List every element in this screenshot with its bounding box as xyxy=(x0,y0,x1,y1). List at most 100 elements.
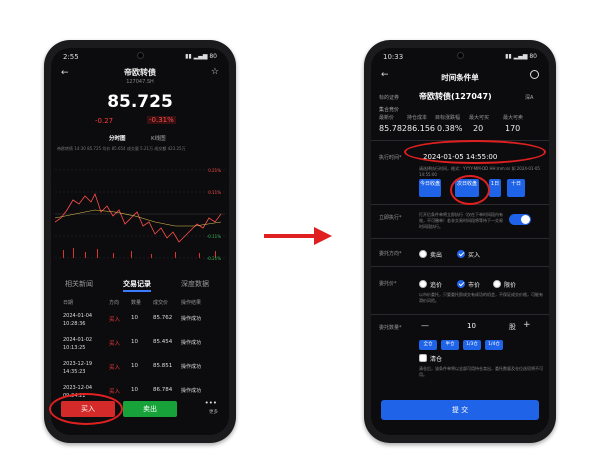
table-row[interactable]: 2024-01-04 10:28:36 买入 10 85.762 操作成功 xyxy=(51,312,229,330)
col-direction: 方向 xyxy=(109,300,120,306)
stock-name[interactable]: 帝欧转债(127047) xyxy=(419,91,492,102)
divider xyxy=(371,204,549,205)
row-price: 85.454 xyxy=(153,339,173,345)
price-line xyxy=(55,192,222,243)
immediate-label: 立即执行* xyxy=(379,215,402,221)
row-direction: 买入 xyxy=(109,317,121,323)
chip-quarter-position[interactable]: 1/4仓 xyxy=(485,340,503,350)
tab-depth[interactable]: 深度数据 xyxy=(181,279,209,289)
exec-time-hint: 请选择执行时间，格式：YYYY-MM-DD HH:mm:ss 如 2024-01… xyxy=(419,166,540,177)
row-status: 操作成功 xyxy=(181,316,202,322)
immediate-toggle[interactable] xyxy=(509,214,531,225)
stock-sub: 集合竞价 xyxy=(379,107,400,113)
right-phone: 10:33 ▮▮ ▂▄▆ 80 ← 时间条件单 标的证券 帝欧转债(127047… xyxy=(364,40,556,443)
today-close-button[interactable]: 今日收盘 xyxy=(419,179,441,197)
chip-half-position[interactable]: 半仓 xyxy=(441,340,459,350)
status-time: 2:55 xyxy=(63,53,79,61)
left-phone: 2:55 ▮▮ ▂▄▆ 80 ← ☆ 帝欧转债 127047.SH 85.725… xyxy=(44,40,236,443)
row-qty: 10 xyxy=(131,315,138,321)
divider xyxy=(371,266,549,267)
quantity-unit: 股 xyxy=(509,323,516,331)
price-change: -0.27 xyxy=(95,117,114,125)
stat-label: 最新价 xyxy=(379,115,395,121)
row-date: 2024-01-04 xyxy=(63,313,93,319)
exec-time-label: 执行时间* xyxy=(379,155,402,161)
price-type-desc: 以市价委托，只要委托即成交有成功的机会，不保证成交价格，可能有滑价风险。 xyxy=(419,292,543,303)
clock-icon[interactable] xyxy=(530,70,539,79)
option-sell: 卖出 xyxy=(430,252,443,259)
status-icons: ▮▮ ▂▄▆ 80 xyxy=(185,53,217,60)
row-status: 操作成功 xyxy=(181,388,202,394)
radio-chase-price[interactable] xyxy=(419,280,427,288)
market-badge: 深A xyxy=(525,95,534,101)
tab-kline-chart[interactable]: K线图 xyxy=(151,134,166,142)
table-row[interactable]: 2023-12-19 14:35:23 买入 10 85.851 操作成功 xyxy=(51,360,229,378)
submit-button[interactable]: 提 交 xyxy=(381,400,539,420)
camera-icon xyxy=(137,52,144,59)
annotation-ring-next-day xyxy=(450,175,490,205)
divider xyxy=(371,238,549,239)
option-chase-price: 追价 xyxy=(430,282,443,289)
right-screen: 10:33 ▮▮ ▂▄▆ 80 ← 时间条件单 标的证券 帝欧转债(127047… xyxy=(371,48,549,435)
clear-position-desc: 清仓后，该条件单将以全部可用持仓卖出，委托数量及仓位选项将不可用。 xyxy=(419,366,543,377)
stat-value: 86.156 xyxy=(407,124,435,133)
more-label: 更多 xyxy=(209,410,218,415)
tab-trade-records[interactable]: 交易记录 xyxy=(123,279,151,292)
immediate-desc: 打开后条件单将立即执行（仅在下单时间段内有效，不可撤单）若非交易时间段将等待下一… xyxy=(419,212,503,229)
quantity-plus-button[interactable]: + xyxy=(523,320,531,330)
price-change-pct: -0.31% xyxy=(147,116,176,124)
col-result: 操作结果 xyxy=(181,300,202,306)
stock-title: 帝欧转债 xyxy=(124,68,156,77)
radio-limit-price[interactable] xyxy=(493,280,501,288)
table-row[interactable]: 2024-01-02 10:13:25 买入 10 85.454 操作成功 xyxy=(51,336,229,354)
stat-label: 目标涨跌幅 xyxy=(435,115,461,121)
quantity-input[interactable]: 10 xyxy=(467,322,476,330)
tab-news[interactable]: 相关新闻 xyxy=(65,279,93,289)
intraday-chart[interactable]: 0.21% 0.11% -0.11% -0.21% xyxy=(55,152,225,270)
quantity-minus-button[interactable]: — xyxy=(421,321,429,330)
axis-label: -0.11% xyxy=(207,234,221,239)
row-time: 10:13:25 xyxy=(63,345,86,351)
stock-code: 127047.SH xyxy=(126,79,154,85)
row-status: 操作成功 xyxy=(181,364,202,370)
option-buy: 买入 xyxy=(468,252,481,259)
current-price: 85.725 xyxy=(107,92,173,112)
stat-value: 85.782 xyxy=(379,124,407,133)
status-icons: ▮▮ ▂▄▆ 80 xyxy=(505,53,537,60)
average-line xyxy=(55,209,222,227)
row-qty: 10 xyxy=(131,363,138,369)
clear-position-checkbox[interactable] xyxy=(419,354,427,362)
one-day-button[interactable]: 1日 xyxy=(489,179,501,197)
annotation-ring-exec-time xyxy=(404,140,546,164)
row-time: 14:35:23 xyxy=(63,369,86,375)
page-title: 时间条件单 xyxy=(441,73,479,82)
stat-label: 最大可买 xyxy=(469,115,490,121)
camera-icon xyxy=(457,52,464,59)
row-date: 2024-01-02 xyxy=(63,337,93,343)
stat-label: 持仓成本 xyxy=(407,115,428,121)
quantity-label: 委托数量* xyxy=(379,325,402,331)
chip-full-position[interactable]: 全仓 xyxy=(419,340,437,350)
col-price: 成交价 xyxy=(153,300,169,306)
row-date: 2023-12-19 xyxy=(63,361,93,367)
radio-buy[interactable] xyxy=(457,250,465,258)
axis-label: 0.11% xyxy=(208,190,221,195)
chip-third-position[interactable]: 1/3仓 xyxy=(463,340,481,350)
stat-value: 0.38% xyxy=(437,124,463,133)
row-direction: 买入 xyxy=(109,365,121,371)
stock-label: 标的证券 xyxy=(379,95,400,101)
row-time: 10:28:36 xyxy=(63,321,86,327)
row-status: 操作成功 xyxy=(181,340,202,346)
left-screen: 2:55 ▮▮ ▂▄▆ 80 ← ☆ 帝欧转债 127047.SH 85.725… xyxy=(51,48,229,435)
radio-market-price[interactable] xyxy=(457,280,465,288)
row-price: 85.851 xyxy=(153,363,173,369)
col-date: 日期 xyxy=(63,300,74,306)
more-icon[interactable]: ••• xyxy=(205,399,217,407)
row-price: 85.762 xyxy=(153,315,173,321)
sell-button[interactable]: 卖出 xyxy=(123,401,177,417)
ten-days-button[interactable]: 十日 xyxy=(507,179,525,197)
radio-sell[interactable] xyxy=(419,250,427,258)
tab-intraday-chart[interactable]: 分时图 xyxy=(109,134,126,142)
status-time: 10:33 xyxy=(383,53,404,61)
axis-label: -0.21% xyxy=(207,256,221,261)
